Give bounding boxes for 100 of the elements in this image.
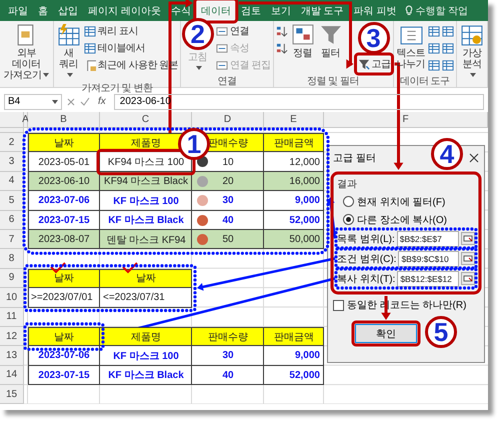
cell-value: 20	[222, 176, 234, 187]
row-header[interactable]: 7	[0, 230, 24, 250]
group-label: 정렬 및 필터	[306, 75, 360, 87]
radio-button[interactable]	[343, 214, 354, 225]
column-header[interactable]: E	[264, 112, 324, 128]
sort-icon[interactable]	[276, 25, 288, 37]
column-header[interactable]: D	[192, 112, 264, 128]
group-label: 결과	[337, 178, 358, 191]
table-cell: 52,000	[264, 366, 324, 386]
ribbon-tab[interactable]: 수식	[166, 0, 196, 21]
table-cell: 40	[192, 366, 264, 386]
row-header[interactable]: 3	[0, 152, 24, 172]
grid-icon[interactable]	[442, 42, 454, 54]
table-cell: 9,000	[264, 191, 324, 211]
grid-icon[interactable]	[442, 25, 454, 37]
field-label: 목록 범위(L):	[337, 232, 395, 246]
table-cell: 12,000	[264, 152, 324, 172]
cancel-icon[interactable]	[66, 96, 76, 106]
group-label: 데이터 도구	[400, 75, 450, 87]
table-cell: 2023-07-15	[28, 366, 100, 386]
column-header[interactable]: C	[100, 112, 192, 128]
table-cell: KF 마스크 Black	[100, 366, 192, 386]
table-cell: 덴탈 마스크 KF94	[100, 230, 192, 250]
cell-value: 30	[222, 195, 234, 206]
collapse-dialog-icon[interactable]	[461, 272, 475, 285]
row-header[interactable]: 8	[0, 249, 24, 269]
group-label: 가져오기 및 변환	[81, 82, 152, 94]
table-cell: 50,000	[264, 230, 324, 250]
row-header[interactable]: 2	[0, 133, 24, 152]
ok-button[interactable]: 확인	[355, 324, 417, 343]
close-icon[interactable]	[469, 153, 479, 163]
table-cell: KF 마스크 Black	[100, 210, 192, 230]
collapse-dialog-icon[interactable]	[461, 232, 475, 245]
cell-value: 40	[222, 214, 234, 226]
option-label[interactable]: 다른 장소에 복사(O)	[357, 212, 447, 226]
table-cell: 2023-07-06	[28, 191, 100, 211]
row-header[interactable]: 5	[0, 191, 24, 211]
ribbon-button[interactable]: 정렬	[290, 23, 316, 59]
ribbon-tab[interactable]: 파일	[3, 0, 33, 21]
table-cell: >=2023/07/01	[28, 288, 100, 308]
input-field[interactable]: $B$2:$E$7	[396, 230, 459, 246]
field-label: 조건 범위(C):	[337, 252, 396, 266]
funnel-icon	[358, 58, 370, 70]
table-cell: 9,000	[264, 346, 324, 366]
column-header[interactable]: F	[324, 112, 488, 128]
grid-icon	[84, 42, 96, 54]
chain-icon	[216, 42, 228, 54]
grid-icon[interactable]	[428, 42, 440, 54]
column-heading: 판매금액	[264, 326, 324, 346]
option-label[interactable]: 현재 위치에 필터(F)	[357, 194, 446, 208]
row-header[interactable]: 10	[0, 288, 24, 308]
row-header[interactable]: 6	[0, 210, 24, 230]
ribbon-tab[interactable]: 개발 도구	[296, 0, 349, 21]
search-hint[interactable]: 수행할 작업	[415, 4, 468, 18]
row-header[interactable]: 11	[0, 308, 24, 327]
input-field[interactable]: $B$9:$C$10	[398, 250, 459, 266]
column-heading: 날짜	[28, 326, 100, 346]
grid-icon[interactable]	[428, 59, 440, 71]
name-box[interactable]: B4	[4, 94, 62, 110]
ribbon-button[interactable]: 연결	[216, 23, 270, 39]
ribbon-tab[interactable]: 데이터	[196, 0, 236, 21]
input-field[interactable]: $B$12:$E$12	[397, 270, 459, 286]
ribbon-tab[interactable]: 보기	[266, 0, 296, 21]
ribbon-button[interactable]: 필터	[318, 23, 344, 59]
row-header[interactable]: 14	[0, 366, 24, 386]
table-cell: 2023-05-01	[28, 152, 100, 172]
row-header[interactable]: 12	[0, 326, 24, 346]
ribbon-tab[interactable]: 페이지 레이아웃	[83, 0, 166, 21]
ribbon-tab[interactable]: 검토	[236, 0, 266, 21]
row-header[interactable]: 15	[0, 385, 24, 404]
checkbox[interactable]	[333, 300, 344, 310]
collapse-dialog-icon[interactable]	[461, 252, 475, 265]
table-cell: 52,000	[264, 210, 324, 230]
lightbulb-icon	[405, 5, 414, 16]
ribbon-button[interactable]: 새 쿼리	[56, 23, 82, 81]
table-cell: 16,000	[264, 172, 324, 192]
ribbon-button[interactable]: 가상 분석	[459, 23, 485, 81]
field-label: 복사 위치(T):	[337, 272, 396, 286]
cell-value: 10	[222, 156, 234, 168]
column-heading: 판매금액	[264, 133, 324, 152]
ribbon-tab[interactable]: 파워 피벗	[348, 0, 402, 21]
table-cell: <=2023/07/31	[100, 288, 192, 308]
column-heading: 판매수량	[192, 326, 264, 346]
insert-function-button[interactable]: fx	[94, 96, 110, 107]
row-header[interactable]: 13	[0, 346, 24, 366]
row-header[interactable]: 9	[0, 268, 24, 288]
sort-icon[interactable]	[276, 42, 288, 54]
check-icon[interactable]	[80, 96, 90, 106]
ribbon-tab[interactable]: 삽입	[53, 0, 83, 21]
ribbon-tab[interactable]: 홈	[33, 0, 53, 21]
grid-icon[interactable]	[428, 25, 440, 37]
ribbon-button[interactable]: 외부 데이터 가져오기	[2, 23, 51, 81]
grid-icon[interactable]	[442, 59, 454, 71]
cell-value: 50	[222, 234, 234, 246]
row-header[interactable]: 4	[0, 172, 24, 192]
dialog-title: 고급 필터	[333, 152, 376, 165]
table-cell: KF 마스크 100	[100, 191, 192, 211]
radio-button[interactable]	[343, 196, 354, 207]
column-heading: 날짜	[28, 133, 100, 152]
column-header[interactable]: B	[28, 112, 100, 128]
